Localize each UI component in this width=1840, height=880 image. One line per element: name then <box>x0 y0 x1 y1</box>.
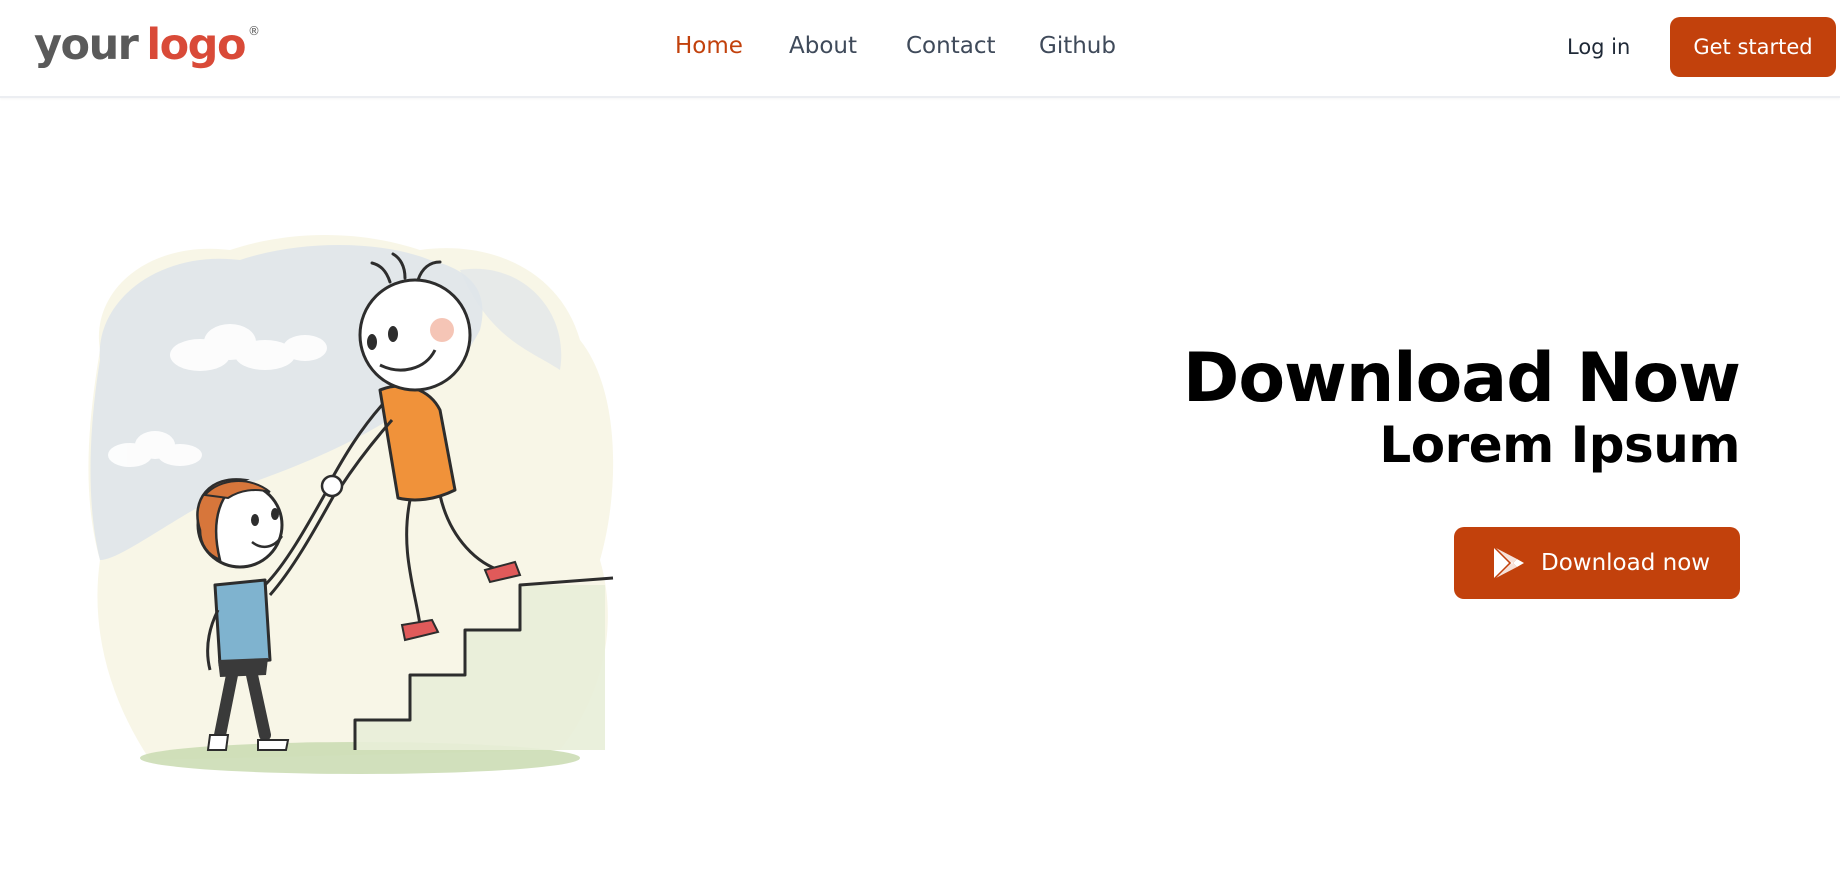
get-started-button[interactable]: Get started <box>1670 17 1836 77</box>
login-link[interactable]: Log in <box>1567 35 1630 59</box>
hero-text: Download Now Lorem Ipsum <box>1182 339 1741 475</box>
nav-link-github[interactable]: Github <box>1039 33 1116 59</box>
hero-title: Download Now <box>1182 339 1741 418</box>
helping-hand-illustration <box>88 235 614 774</box>
download-now-button[interactable]: Download now <box>1454 527 1740 599</box>
nav-link-home[interactable]: Home <box>675 33 743 59</box>
nav-link-contact[interactable]: Contact <box>906 33 995 59</box>
main-nav: Home About Contact Github <box>0 0 1840 98</box>
download-now-label: Download now <box>1541 550 1711 576</box>
hero-subtitle: Lorem Ipsum <box>1379 416 1740 474</box>
google-play-icon <box>1490 545 1526 581</box>
hero-illustration <box>60 230 660 810</box>
navbar: your logo ® Home About Contact Github Lo… <box>0 0 1840 98</box>
nav-link-about[interactable]: About <box>789 33 857 59</box>
